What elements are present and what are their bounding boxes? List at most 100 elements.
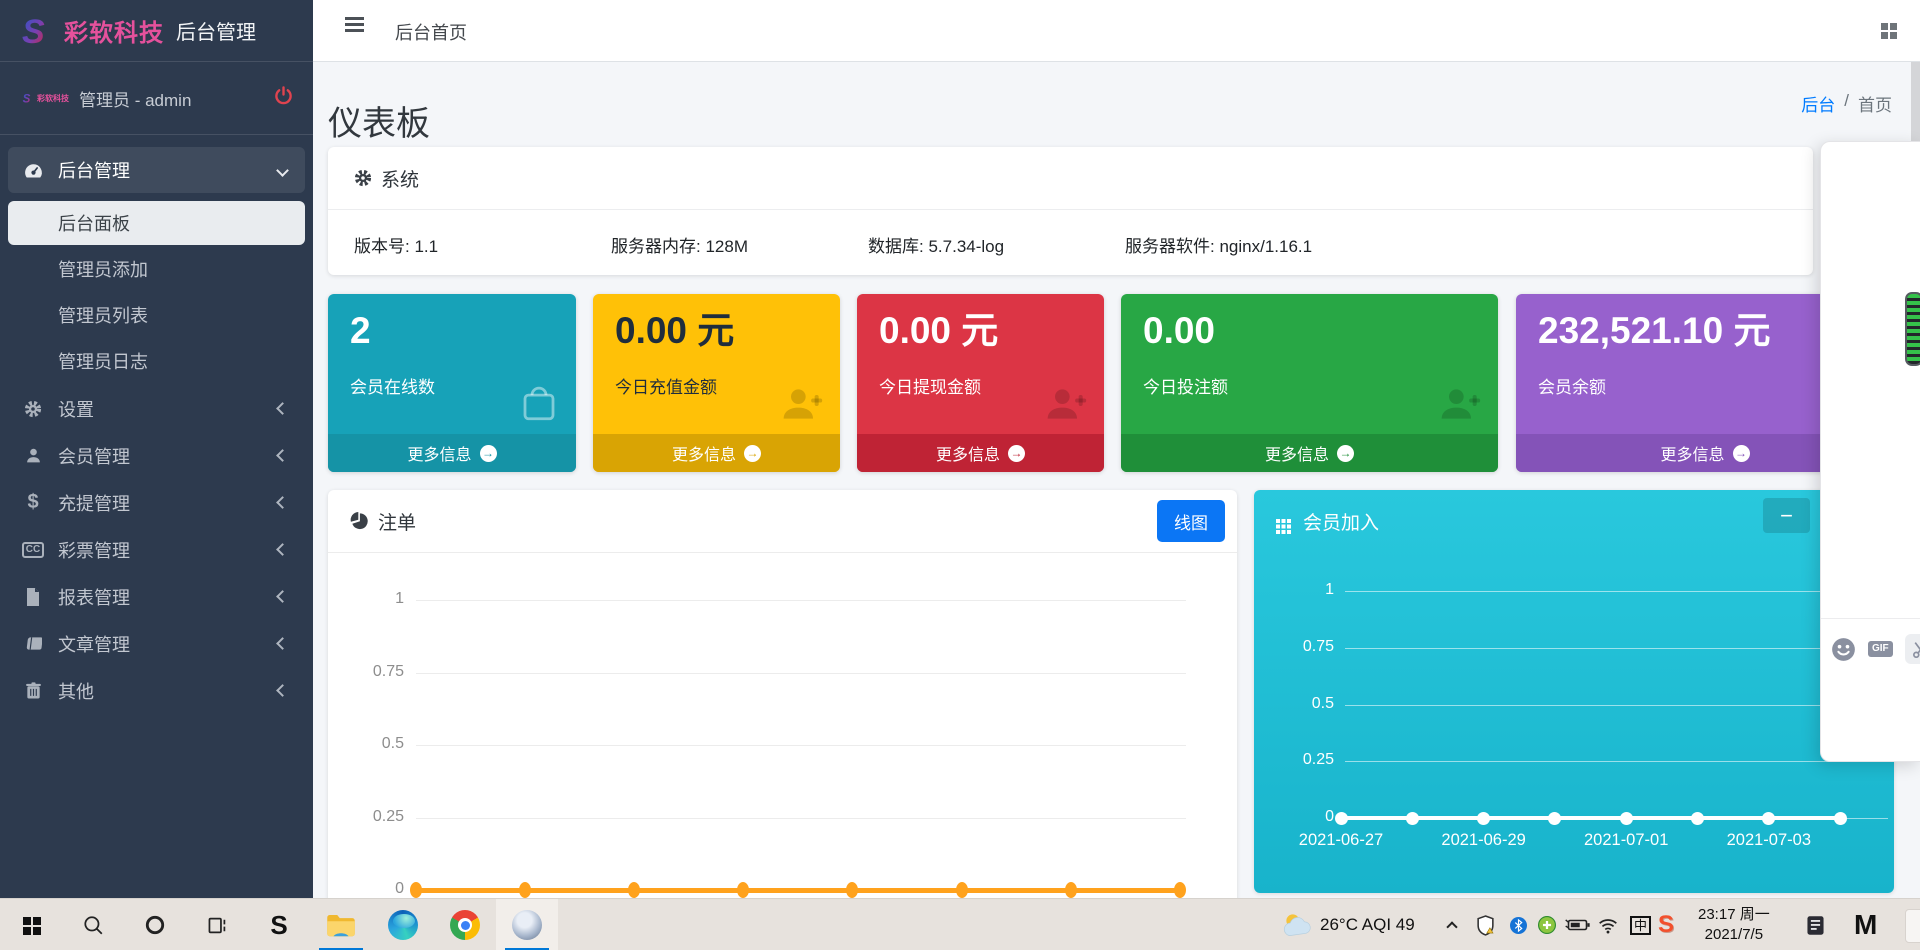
chart-dot	[1334, 811, 1348, 825]
stat-card-today-deposit: 0.00 元 今日充值金额 更多信息 →	[593, 294, 840, 472]
mail-app-tray-icon[interactable]: M	[1854, 899, 1877, 950]
bluetooth-tray-icon[interactable]	[1510, 899, 1527, 950]
more-info-link[interactable]: 更多信息 →	[1121, 434, 1498, 472]
network-tray-icon[interactable]	[1598, 899, 1618, 950]
cortana-circle-icon	[145, 915, 165, 935]
start-button[interactable]	[0, 899, 62, 950]
collapse-panel-button[interactable]: −	[1763, 498, 1810, 533]
member-join-panel: 会员加入 − 1 0.75 0.5 0.25 0 2021-06-27 2021-06-29…	[1254, 490, 1894, 893]
taskbar-search-button[interactable]	[62, 899, 124, 950]
breadcrumb-parent-link[interactable]: 后台	[1801, 91, 1835, 116]
sidebar-item-settings[interactable]: 设置	[8, 385, 305, 432]
sidebar-item-label: 管理员添加	[58, 260, 148, 280]
file-explorer-button[interactable]	[310, 899, 372, 950]
gif-icon[interactable]: GIF	[1868, 641, 1893, 657]
x-tick-label: 2021-06-27	[1298, 831, 1384, 849]
emoji-icon[interactable]	[1831, 637, 1856, 662]
battery-tray-icon[interactable]	[1564, 899, 1591, 950]
logout-power-button[interactable]	[274, 86, 293, 108]
system-server-software: 服务器软件: nginx/1.16.1	[1125, 237, 1313, 256]
tray-overflow-icon[interactable]	[1905, 909, 1920, 943]
top-navbar: 后台首页	[313, 0, 1920, 62]
green-plus-icon	[1538, 916, 1556, 934]
sidebar-item-lottery[interactable]: CC 彩票管理	[8, 526, 305, 573]
bet-orders-title: 注单	[378, 512, 417, 534]
security-tray-icon[interactable]	[1476, 899, 1495, 950]
sidebar-item-label: 管理员列表	[58, 306, 148, 326]
system-card-body: 版本号: 1.1 服务器内存: 128M 数据库: 5.7.34-log 服务器…	[328, 210, 1813, 279]
chevron-left-icon	[276, 543, 289, 556]
active-window-button[interactable]	[496, 899, 558, 950]
grid-apps-icon[interactable]	[1881, 23, 1888, 30]
edge-button[interactable]	[372, 899, 434, 950]
x-tick-label: 2021-07-03	[1726, 831, 1811, 849]
stat-value: 2	[350, 310, 371, 351]
chart-dot	[628, 882, 641, 898]
grid-line	[1345, 647, 1888, 649]
nav-home-link[interactable]: 后台首页	[395, 19, 467, 45]
more-info-link[interactable]: 更多信息 →	[593, 434, 840, 472]
taskbar-clock[interactable]: 23:17 周一 2021/7/5	[1698, 899, 1770, 950]
sidebar-item-deposit-withdraw[interactable]: $ 充提管理	[8, 479, 305, 526]
bluetooth-icon	[1510, 916, 1527, 934]
taskbar-app-icons: S	[0, 899, 558, 950]
sogou-tray-icon[interactable]: S	[1658, 899, 1674, 950]
sidebar-item-backend-admin[interactable]: 后台管理	[8, 147, 305, 193]
sidebar-menu: 后台管理 后台面板 管理员添加 管理员列表 管理员日志 设置 会员管理 $ 充提…	[0, 135, 313, 714]
more-info-link[interactable]: 更多信息 →	[328, 434, 576, 472]
user-plus-icon	[1044, 382, 1088, 431]
brand[interactable]: S 彩软科技 后台管理	[0, 0, 313, 62]
system-card-title: 系统	[381, 169, 420, 191]
sidebar-item-label: 会员管理	[58, 446, 130, 467]
sidebar-item-members[interactable]: 会员管理	[8, 432, 305, 479]
windows-logo-icon	[22, 916, 31, 925]
arrow-circle-right-icon: →	[1008, 444, 1025, 462]
sidebar-item-label: 彩票管理	[58, 540, 130, 561]
y-tick-label: 1	[1325, 581, 1334, 598]
task-view-button[interactable]	[186, 899, 248, 950]
sidebar-item-admin-add[interactable]: 管理员添加	[8, 247, 305, 291]
tachometer-icon	[8, 162, 58, 179]
ime-chinese-label: 中	[1630, 915, 1652, 935]
sidebar-item-label: 设置	[58, 399, 94, 420]
chat-scrollbar-thumb[interactable]	[1905, 292, 1920, 366]
chevron-up-icon	[1446, 921, 1458, 933]
sidebar-item-reports[interactable]: 报表管理	[8, 573, 305, 620]
sidebar-item-other[interactable]: 其他	[8, 667, 305, 714]
mini-brand-logo: S 彩软科技	[22, 92, 69, 104]
screenshot-scissors-icon[interactable]	[1904, 634, 1920, 664]
chart-dot	[1477, 811, 1491, 825]
more-info-link[interactable]: 更多信息 →	[857, 434, 1104, 472]
chat-toolbar-divider	[1821, 618, 1920, 619]
cc-icon: CC	[8, 541, 58, 558]
chrome-button[interactable]	[434, 899, 496, 950]
ime-indicator[interactable]: 中	[1630, 899, 1652, 950]
weather-icon	[1283, 914, 1311, 936]
sidebar-item-admin-log[interactable]: 管理员日志	[8, 339, 305, 383]
caicloud-app-button[interactable]: S	[248, 899, 310, 950]
sidebar-item-backend-panel[interactable]: 后台面板	[8, 201, 305, 245]
line-chart-toggle-button[interactable]: 线图	[1157, 500, 1225, 542]
x-tick-label: 2021-07-01	[1583, 831, 1669, 849]
page-title: 仪表板	[328, 104, 430, 143]
optimizer-tray-icon[interactable]	[1538, 899, 1556, 950]
sidebar-item-admin-list[interactable]: 管理员列表	[8, 293, 305, 337]
shopping-bag-icon	[518, 382, 560, 429]
chat-toolbar: GIF	[1831, 634, 1920, 664]
sidebar-item-label: 后台面板	[58, 214, 130, 234]
wifi-icon	[1599, 918, 1617, 933]
cortana-button[interactable]	[124, 899, 186, 950]
chart-dot	[737, 882, 750, 898]
chart-dot	[1405, 811, 1419, 825]
system-memory: 服务器内存: 128M	[611, 237, 748, 256]
sidebar-item-articles[interactable]: 文章管理	[8, 620, 305, 667]
chart-dot	[1762, 811, 1776, 825]
folder-icon	[327, 915, 355, 937]
tray-expand-button[interactable]	[1446, 899, 1458, 950]
sidebar-item-label: 后台管理	[58, 161, 130, 181]
y-tick-label: 0.75	[372, 662, 404, 680]
weather-widget[interactable]: 26°C AQI 49	[1280, 899, 1415, 950]
chart-dot	[846, 882, 859, 898]
system-card: 系统 版本号: 1.1 服务器内存: 128M 数据库: 5.7.34-log …	[328, 147, 1813, 275]
grid-line	[416, 745, 1186, 746]
